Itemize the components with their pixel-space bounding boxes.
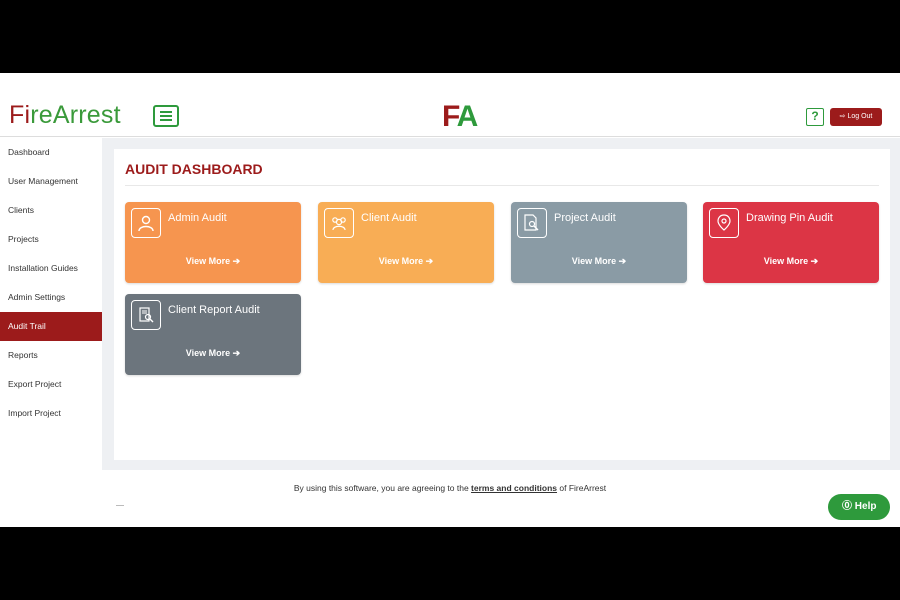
sidebar-item-audit-trail[interactable]: Audit Trail	[0, 312, 102, 341]
client-audit-card[interactable]: Client Audit View More ➔	[318, 202, 494, 283]
help-button[interactable]: ⓪ Help	[828, 494, 890, 520]
sidebar-item-installation-guides[interactable]: Installation Guides	[0, 254, 102, 283]
help-question-icon[interactable]: ?	[806, 108, 824, 126]
card-title: Admin Audit	[168, 212, 227, 224]
divider	[116, 505, 124, 506]
client-report-audit-card[interactable]: Client Report Audit View More ➔	[125, 294, 301, 375]
terms-notice: By using this software, you are agreeing…	[293, 483, 607, 493]
sidebar-item-admin-settings[interactable]: Admin Settings	[0, 283, 102, 312]
sidebar-item-projects[interactable]: Projects	[0, 225, 102, 254]
view-more-link[interactable]: View More ➔	[125, 256, 301, 267]
card-title: Drawing Pin Audit	[746, 212, 833, 224]
drawing-pin-audit-card[interactable]: Drawing Pin Audit View More ➔	[703, 202, 879, 283]
view-more-link[interactable]: View More ➔	[318, 256, 494, 267]
fa-brand-mark: FA	[442, 100, 478, 133]
admin-audit-card[interactable]: Admin Audit View More ➔	[125, 202, 301, 283]
view-more-link[interactable]: View More ➔	[511, 256, 687, 267]
page-title: AUDIT DASHBOARD	[125, 161, 263, 177]
sidebar: Dashboard User Management Clients Projec…	[0, 138, 102, 527]
menu-toggle-button[interactable]	[153, 105, 179, 127]
map-pin-icon	[709, 208, 739, 238]
sidebar-item-export-project[interactable]: Export Project	[0, 370, 102, 399]
user-icon	[131, 208, 161, 238]
sidebar-item-import-project[interactable]: Import Project	[0, 399, 102, 428]
top-bar: FireArrest FA ? ⇨ Log Out	[0, 73, 900, 137]
audit-dashboard-panel: AUDIT DASHBOARD Admin Audit View More ➔	[114, 149, 890, 460]
sidebar-item-user-management[interactable]: User Management	[0, 167, 102, 196]
sidebar-item-clients[interactable]: Clients	[0, 196, 102, 225]
logout-button[interactable]: ⇨ Log Out	[830, 108, 882, 126]
firearrest-logo[interactable]: FireArrest	[9, 101, 121, 130]
card-title: Client Audit	[361, 212, 417, 224]
document-search-icon	[517, 208, 547, 238]
footer: By using this software, you are agreeing…	[102, 470, 900, 527]
card-title: Project Audit	[554, 212, 616, 224]
app-window: FireArrest FA ? ⇨ Log Out Dashboard User…	[0, 73, 900, 527]
group-icon	[324, 208, 354, 238]
hamburger-icon	[160, 111, 172, 121]
terms-link[interactable]: terms and conditions	[471, 483, 557, 493]
title-divider	[125, 185, 879, 186]
view-more-link[interactable]: View More ➔	[125, 348, 301, 359]
project-audit-card[interactable]: Project Audit View More ➔	[511, 202, 687, 283]
sidebar-item-reports[interactable]: Reports	[0, 341, 102, 370]
view-more-link[interactable]: View More ➔	[703, 256, 879, 267]
card-title: Client Report Audit	[168, 304, 260, 316]
report-search-icon	[131, 300, 161, 330]
sidebar-item-dashboard[interactable]: Dashboard	[0, 138, 102, 167]
help-circle-icon: ⓪	[842, 501, 852, 512]
